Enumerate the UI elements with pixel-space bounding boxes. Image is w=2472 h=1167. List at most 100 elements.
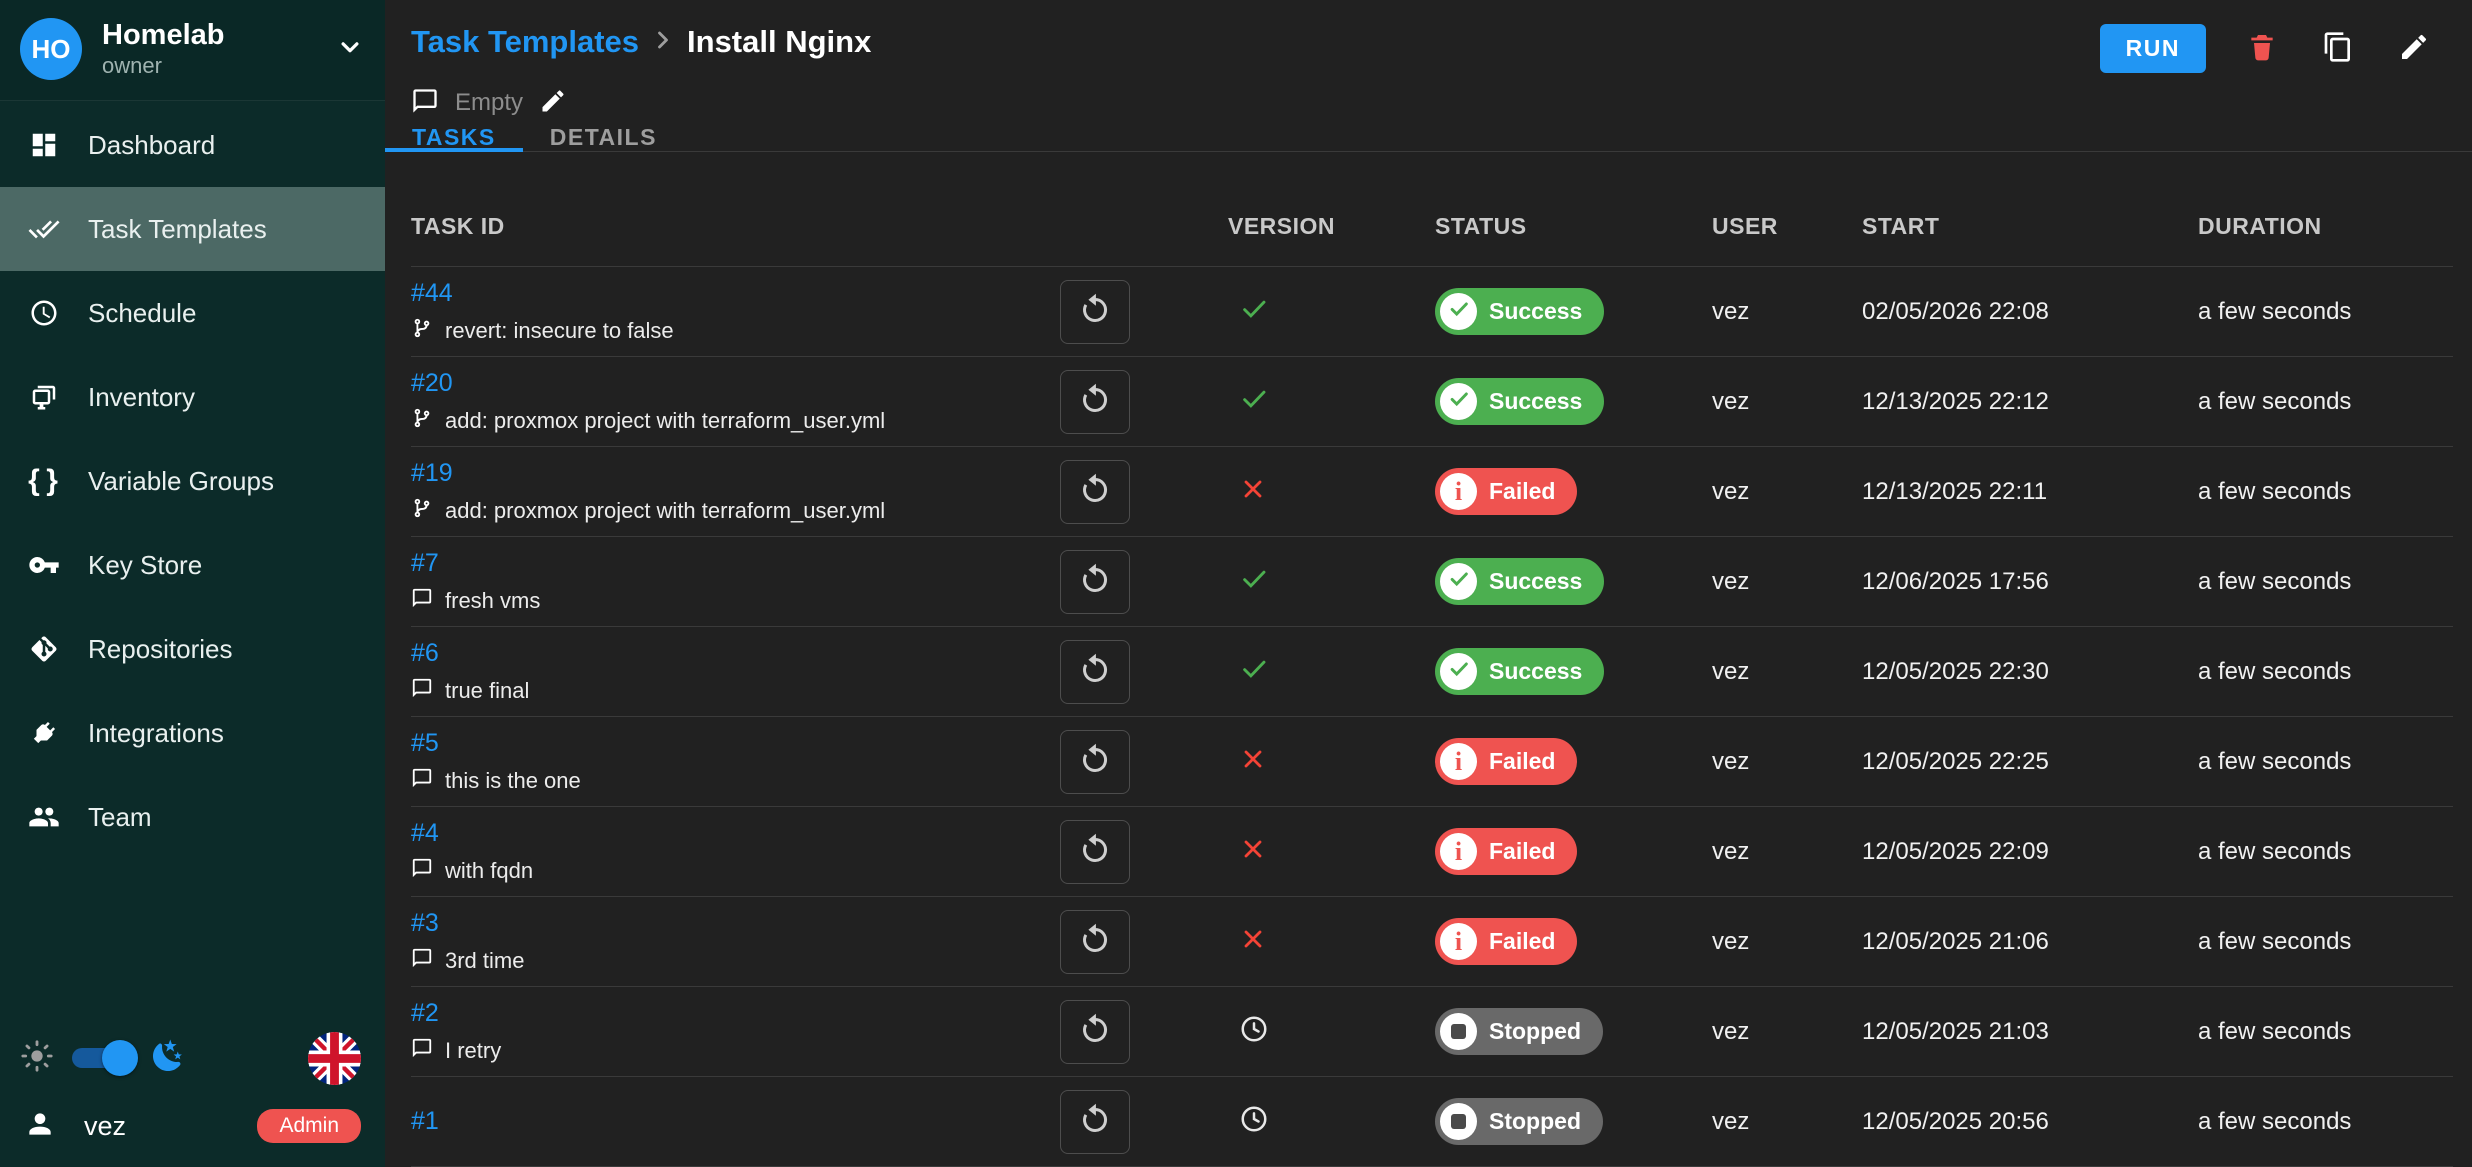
template-description: Empty	[385, 73, 2472, 119]
version-cross-icon	[1239, 490, 1267, 507]
task-start-time: 12/13/2025 22:12	[1862, 388, 2198, 416]
sidebar-item-label: Schedule	[88, 298, 196, 329]
task-user: vez	[1712, 568, 1862, 596]
task-start-time: 12/05/2025 22:25	[1862, 748, 2198, 776]
version-clock-icon	[1239, 1121, 1269, 1138]
task-message: true final	[411, 677, 1025, 705]
task-id-link[interactable]: #2	[411, 999, 439, 1028]
inventory-icon	[24, 377, 64, 417]
tab-bar: TASKS DETAILS	[385, 123, 2472, 152]
table-row: #2I retryStoppedvez12/05/2025 21:03a few…	[411, 987, 2453, 1077]
task-duration: a few seconds	[2198, 658, 2453, 686]
copy-icon	[2322, 31, 2354, 66]
restart-icon	[1077, 652, 1113, 691]
status-label: Failed	[1489, 478, 1555, 505]
breadcrumb-task-templates-link[interactable]: Task Templates	[411, 24, 639, 60]
key-store-icon	[24, 545, 64, 585]
task-id-link[interactable]: #19	[411, 459, 453, 488]
semaphore-app: HO Homelab owner Dashboard Task Template…	[0, 0, 2472, 1167]
trash-icon	[2246, 31, 2278, 66]
chevron-down-icon[interactable]	[335, 32, 365, 67]
table-row: #44revert: insecure to falseSuccessvez02…	[411, 267, 2453, 357]
dark-mode-toggle[interactable]	[72, 1048, 134, 1068]
status-label: Stopped	[1489, 1018, 1581, 1045]
task-id-link[interactable]: #20	[411, 369, 453, 398]
sidebar-item-label: Repositories	[88, 634, 233, 665]
status-icon-circle	[1440, 653, 1477, 690]
table-row: #4with fqdniFailedvez12/05/2025 22:09a f…	[411, 807, 2453, 897]
rerun-task-button[interactable]	[1060, 1000, 1130, 1064]
table-header-row: TASK ID VERSION STATUS USER START DURATI…	[411, 152, 2453, 267]
status-icon-circle	[1440, 563, 1477, 600]
status-badge: Success	[1435, 648, 1604, 695]
main-content: Task Templates Install Nginx RUN	[385, 0, 2472, 1167]
task-id-link[interactable]: #7	[411, 549, 439, 578]
sidebar-footer: vez Admin	[0, 1023, 385, 1167]
comment-icon	[411, 1037, 433, 1065]
restart-icon	[1077, 562, 1113, 601]
task-id-link[interactable]: #4	[411, 819, 439, 848]
task-id-link[interactable]: #3	[411, 909, 439, 938]
task-id-link[interactable]: #44	[411, 279, 453, 308]
rerun-task-button[interactable]	[1060, 280, 1130, 344]
task-start-time: 12/05/2025 20:56	[1862, 1108, 2198, 1136]
tab-details[interactable]: DETAILS	[523, 123, 684, 151]
restart-icon	[1077, 742, 1113, 781]
sidebar-item-task-templates[interactable]: Task Templates	[0, 187, 385, 271]
task-message: add: proxmox project with terraform_user…	[411, 407, 1025, 435]
git-branch-icon	[411, 317, 433, 345]
user-menu[interactable]: vez Admin	[0, 1093, 385, 1159]
edit-description-button[interactable]	[539, 87, 567, 120]
rerun-task-button[interactable]	[1060, 910, 1130, 974]
rerun-task-button[interactable]	[1060, 550, 1130, 614]
stop-square-icon	[1451, 1114, 1466, 1129]
sidebar-item-dashboard[interactable]: Dashboard	[0, 103, 385, 187]
status-icon-circle: i	[1440, 923, 1477, 960]
sidebar-item-repositories[interactable]: Repositories	[0, 607, 385, 691]
sidebar-item-variable-groups[interactable]: { } Variable Groups	[0, 439, 385, 523]
sidebar-item-key-store[interactable]: Key Store	[0, 523, 385, 607]
rerun-task-button[interactable]	[1060, 640, 1130, 704]
column-header-start: START	[1862, 213, 2198, 240]
rerun-task-button[interactable]	[1060, 730, 1130, 794]
restart-icon	[1077, 382, 1113, 421]
table-body: #44revert: insecure to falseSuccessvez02…	[411, 267, 2453, 1167]
task-start-time: 02/05/2026 22:08	[1862, 298, 2198, 326]
rerun-task-button[interactable]	[1060, 370, 1130, 434]
comment-icon	[411, 857, 433, 885]
task-id-link[interactable]: #6	[411, 639, 439, 668]
copy-button[interactable]	[2318, 27, 2358, 70]
project-switcher[interactable]: HO Homelab owner	[0, 0, 385, 101]
tab-tasks[interactable]: TASKS	[385, 123, 523, 151]
rerun-task-button[interactable]	[1060, 1090, 1130, 1154]
project-role: owner	[102, 52, 335, 80]
stop-square-icon	[1451, 1024, 1466, 1039]
sidebar-item-integrations[interactable]: Integrations	[0, 691, 385, 775]
task-user: vez	[1712, 658, 1862, 686]
table-row: #1Stoppedvez12/05/2025 20:56a few second…	[411, 1077, 2453, 1167]
edit-template-button[interactable]	[2394, 27, 2434, 70]
status-badge: iFailed	[1435, 828, 1577, 875]
sidebar-item-inventory[interactable]: Inventory	[0, 355, 385, 439]
version-cross-icon	[1239, 850, 1267, 867]
task-duration: a few seconds	[2198, 748, 2453, 776]
sidebar-item-schedule[interactable]: Schedule	[0, 271, 385, 355]
run-button[interactable]: RUN	[2100, 24, 2206, 73]
language-uk-flag-icon[interactable]	[308, 1032, 361, 1085]
task-start-time: 12/05/2025 21:06	[1862, 928, 2198, 956]
sidebar: HO Homelab owner Dashboard Task Template…	[0, 0, 385, 1167]
status-label: Failed	[1489, 838, 1555, 865]
task-id-link[interactable]: #5	[411, 729, 439, 758]
task-start-time: 12/06/2025 17:56	[1862, 568, 2198, 596]
sidebar-item-team[interactable]: Team	[0, 775, 385, 859]
rerun-task-button[interactable]	[1060, 460, 1130, 524]
column-header-user: USER	[1712, 213, 1862, 240]
column-header-task-id: TASK ID	[411, 213, 1025, 240]
rerun-task-button[interactable]	[1060, 820, 1130, 884]
comment-icon	[411, 87, 439, 120]
task-id-link[interactable]: #1	[411, 1107, 439, 1136]
sidebar-item-label: Variable Groups	[88, 466, 274, 497]
admin-badge: Admin	[257, 1109, 361, 1143]
status-badge: Success	[1435, 288, 1604, 335]
delete-button[interactable]	[2242, 27, 2282, 70]
